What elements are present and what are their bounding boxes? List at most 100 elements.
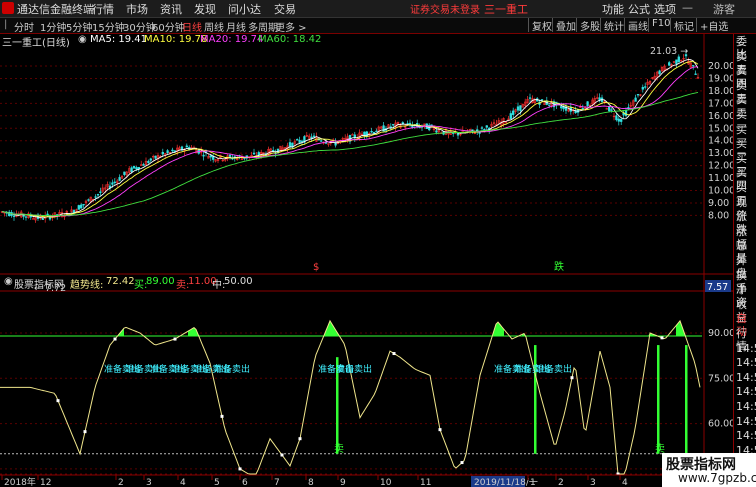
ready-to-sell-label: 准备卖出 bbox=[336, 363, 372, 375]
overlay-button[interactable]: 叠加 bbox=[552, 18, 579, 33]
candle-body bbox=[320, 140, 323, 142]
candle-body bbox=[370, 130, 373, 133]
overbought-area bbox=[316, 320, 340, 337]
candle-body bbox=[512, 110, 515, 115]
candle-body bbox=[154, 155, 157, 159]
trend-dot bbox=[238, 467, 242, 471]
date-label: 12 bbox=[40, 478, 51, 487]
indicator-tick: 75.00 bbox=[708, 373, 733, 384]
side-panel-item[interactable]: 14:5 bbox=[736, 400, 756, 413]
date-label: 4 bbox=[622, 478, 628, 487]
price-tick: 8.00 bbox=[708, 210, 729, 221]
menu-function[interactable]: 功能 bbox=[602, 1, 624, 17]
price-tick: 13.00 bbox=[708, 148, 733, 159]
date-label: 2018年 bbox=[4, 476, 36, 487]
candle-body bbox=[94, 196, 97, 198]
menu-ask[interactable]: 问小达 bbox=[228, 1, 261, 17]
candle-body bbox=[147, 160, 150, 164]
date-label: 7 bbox=[274, 478, 280, 487]
date-label: 5 bbox=[214, 478, 220, 487]
candle-body bbox=[641, 86, 644, 90]
candle-body bbox=[77, 205, 80, 210]
candle-body bbox=[252, 152, 256, 155]
candle-body bbox=[620, 118, 623, 122]
sell-signal-bar bbox=[685, 345, 688, 454]
chart-canvas[interactable]: 21.03 →← 7.72 7.57$ 跌 准备卖出准备卖出准备卖出准备卖出准备卖出… bbox=[0, 34, 733, 487]
date-label: 3 bbox=[146, 478, 152, 487]
ready-to-sell-label: 准备卖出 bbox=[536, 363, 572, 375]
tab-60min[interactable]: 60分钟 bbox=[152, 19, 185, 34]
minimize-icon[interactable]: — bbox=[682, 1, 693, 14]
ma60-line bbox=[1, 91, 699, 217]
candle-body bbox=[96, 194, 100, 196]
guest-label[interactable]: 游客 bbox=[713, 1, 735, 17]
menu-trade[interactable]: 交易 bbox=[274, 1, 296, 17]
date-label: 2 bbox=[558, 478, 564, 487]
side-panel-item[interactable]: 14:5 bbox=[736, 415, 756, 428]
price-tick: 20.00 bbox=[708, 61, 733, 72]
draw-line-button[interactable]: 画线 bbox=[624, 18, 651, 33]
candle-body bbox=[87, 199, 90, 201]
ma5-line bbox=[1, 59, 699, 219]
y-axis-labels: 20.0019.00 18.0017.00 16.0015.00 14.0013.00… bbox=[708, 61, 733, 480]
candle-body bbox=[130, 167, 133, 173]
candle-body bbox=[12, 215, 16, 217]
price-tick: 12.00 bbox=[708, 161, 733, 172]
date-label: 1 bbox=[530, 478, 536, 487]
menu-options[interactable]: 选项 bbox=[654, 1, 676, 17]
stock-title: 三一重工 bbox=[484, 3, 528, 16]
watermark-url: www.7gpzb.com bbox=[678, 471, 756, 485]
candle-body bbox=[392, 124, 395, 126]
side-panel-item[interactable]: 14:5 bbox=[736, 356, 756, 369]
candle-body bbox=[24, 216, 28, 218]
multi-stock-button[interactable]: 多股 bbox=[576, 18, 603, 33]
candle-body bbox=[209, 155, 212, 158]
mark-button[interactable]: 标记 bbox=[670, 18, 697, 33]
candle-body bbox=[677, 56, 680, 63]
menu-quotes[interactable]: 行情 bbox=[92, 1, 114, 17]
trend-dot bbox=[220, 414, 224, 418]
candle-body bbox=[480, 127, 484, 129]
tab-weekly[interactable]: 周线 bbox=[204, 19, 224, 34]
menu-discover[interactable]: 发现 bbox=[194, 1, 216, 17]
candle-body bbox=[581, 108, 584, 110]
candle-body bbox=[610, 109, 613, 111]
menu-news[interactable]: 资讯 bbox=[160, 1, 182, 17]
tab-30min[interactable]: 30分钟 bbox=[123, 19, 156, 34]
candle-body bbox=[675, 59, 678, 65]
candle-body bbox=[485, 125, 488, 128]
price-tick: 17.00 bbox=[708, 98, 733, 109]
trend-dot bbox=[56, 399, 60, 403]
tab-intraday[interactable]: 分时 bbox=[14, 19, 34, 34]
price-tick: 19.00 bbox=[708, 73, 733, 84]
add-watchlist-button[interactable]: +自选 bbox=[696, 18, 731, 33]
tab-5min[interactable]: 5分钟 bbox=[66, 19, 92, 34]
tab-multi-period[interactable]: 多周期 bbox=[248, 19, 278, 34]
trend-dot bbox=[83, 430, 87, 434]
tab-monthly[interactable]: 月线 bbox=[226, 19, 246, 34]
candlestick-series bbox=[0, 50, 700, 223]
tab-daily[interactable]: 日线 bbox=[182, 19, 202, 34]
candle-body bbox=[142, 164, 145, 166]
date-label: 4 bbox=[180, 478, 186, 487]
price-tick: 9.00 bbox=[708, 198, 729, 209]
side-panel-item[interactable]: 14:5 bbox=[736, 371, 756, 384]
tab-more[interactable]: 更多 > bbox=[275, 19, 307, 34]
login-warning[interactable]: 证券交易未登录 bbox=[410, 1, 480, 16]
menu-formula[interactable]: 公式 bbox=[628, 1, 650, 17]
statistics-button[interactable]: 统计 bbox=[600, 18, 627, 33]
side-panel-item[interactable]: 14:5 bbox=[736, 385, 756, 398]
candle-body bbox=[634, 97, 637, 102]
side-panel-item[interactable]: 14:5 bbox=[736, 342, 756, 355]
date-label: 10 bbox=[380, 478, 392, 487]
restore-rights-button[interactable]: 复权 bbox=[528, 18, 555, 33]
sell-marker: 卖 bbox=[334, 443, 344, 455]
menu-market[interactable]: 市场 bbox=[126, 1, 148, 17]
side-panel-item[interactable]: 14:5 bbox=[736, 429, 756, 442]
tab-1min[interactable]: 1分钟 bbox=[40, 19, 66, 34]
date-label: 3 bbox=[590, 478, 596, 487]
date-label: 6 bbox=[242, 478, 248, 487]
candle-body bbox=[694, 73, 697, 75]
tab-15min[interactable]: 15分钟 bbox=[92, 19, 125, 34]
candle-body bbox=[351, 134, 354, 136]
